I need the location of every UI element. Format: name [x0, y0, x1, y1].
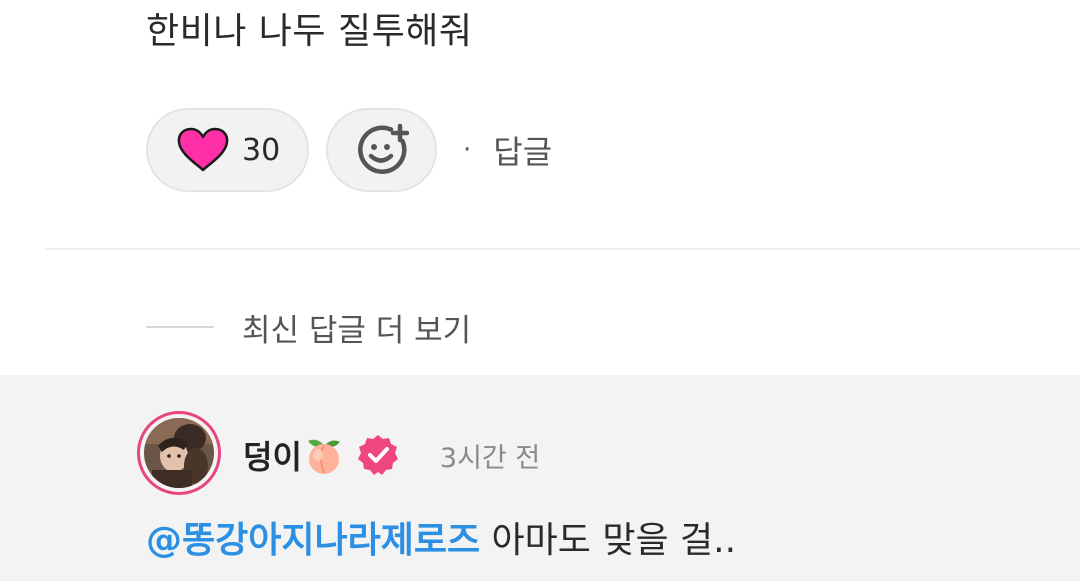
- heart-icon: [176, 127, 230, 173]
- username[interactable]: 덩이: [243, 432, 302, 478]
- reply-message: 아마도 맞을 걸..: [480, 520, 737, 561]
- divider: [45, 248, 1080, 250]
- mention-link[interactable]: @똥강아지나라제로즈: [146, 520, 480, 561]
- reply-item: 덩이 3시간 전 @똥강아지나라제로즈 아마도 맞을 걸..: [0, 375, 1080, 581]
- reply-header: 덩이 3시간 전: [243, 427, 540, 483]
- separator-dot: ·: [463, 135, 472, 165]
- like-count: 30: [242, 132, 281, 168]
- comment-text: 한비나 나두 질투해줘: [146, 11, 473, 52]
- timestamp: 3시간 전: [439, 442, 541, 474]
- reply-button[interactable]: 답글: [493, 127, 552, 173]
- like-button[interactable]: 30: [146, 108, 309, 192]
- verified-badge-icon: [356, 433, 400, 477]
- avatar[interactable]: [137, 411, 221, 495]
- more-replies-label: 최신 답글 더 보기: [242, 312, 472, 349]
- reaction-row: 30 · 답글: [146, 108, 552, 192]
- peach-emoji: [304, 435, 344, 475]
- more-replies-button[interactable]: 최신 답글 더 보기: [146, 300, 471, 354]
- more-replies-line: [146, 326, 214, 328]
- add-emoji-icon: [355, 123, 409, 177]
- add-reaction-button[interactable]: [326, 108, 437, 192]
- reply-text: @똥강아지나라제로즈 아마도 맞을 걸..: [146, 511, 736, 571]
- avatar-image: [144, 418, 214, 488]
